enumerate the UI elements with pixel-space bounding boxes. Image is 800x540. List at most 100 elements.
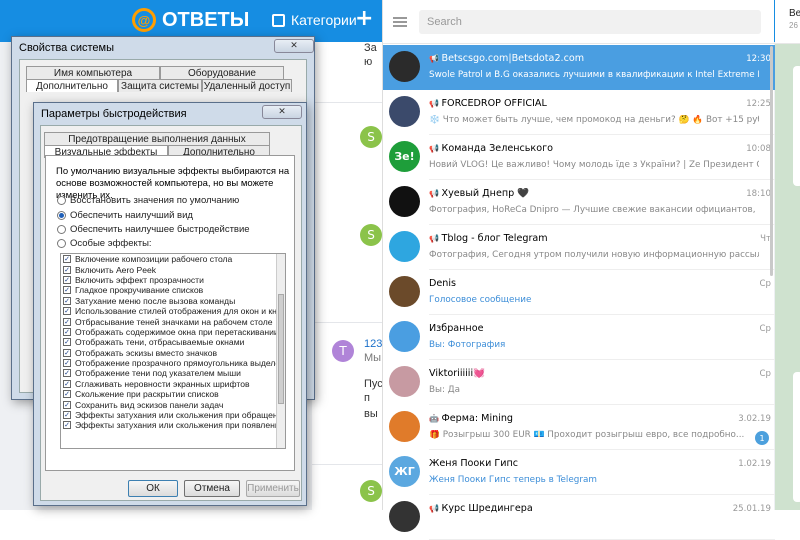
checkbox[interactable]: ✓ [63, 400, 71, 409]
effect-checkbox-row[interactable]: ✓ Затухание меню после вызова команды [61, 296, 285, 306]
tab-system-protection[interactable]: Защита системы [118, 79, 202, 92]
chat-preview: Фотография, Сегодня утром получили новую… [429, 250, 759, 260]
chat-time: 3.02.19 [738, 414, 771, 424]
effect-checkbox-row[interactable]: ✓ Отображать тени, отбрасываемые окнами [61, 337, 285, 347]
chat-preview: Вы: Да [429, 385, 461, 395]
cancel-button[interactable]: Отмена [184, 480, 240, 497]
chat-name-text: Viktoriiiiii💓 [429, 368, 486, 379]
effect-checkbox-row[interactable]: ✓ Использование стилей отображения для ок… [61, 306, 285, 316]
checkbox[interactable]: ✓ [63, 411, 71, 420]
scroll-thumb[interactable] [278, 294, 284, 404]
menu-icon[interactable] [393, 17, 407, 27]
avatar[interactable]: S [360, 126, 382, 148]
feed-author[interactable]: 123 [364, 338, 382, 350]
ok-button[interactable]: ОК [128, 480, 178, 497]
checkbox[interactable]: ✓ [63, 390, 71, 399]
radio-custom[interactable]: Особые эффекты: [57, 238, 152, 249]
checkbox[interactable]: ✓ [63, 255, 71, 264]
checkbox[interactable]: ✓ [63, 369, 71, 378]
radio-best-performance[interactable]: Обеспечить наилучшее быстродействие [57, 224, 250, 235]
chat-item[interactable]: Избранное Ср Вы: Фотография [383, 315, 775, 360]
tab-dep[interactable]: Предотвращение выполнения данных [44, 132, 270, 145]
checkbox[interactable]: ✓ [63, 348, 71, 357]
chat-name-text: Курс Шредингера [441, 503, 533, 514]
avatar[interactable]: S [360, 224, 382, 246]
megaphone-icon: 📢 [429, 144, 442, 153]
effect-checkbox-row[interactable]: ✓ Отображать содержимое окна при перетаск… [61, 327, 285, 337]
checkbox[interactable]: ✓ [63, 379, 71, 388]
avatar[interactable]: S [360, 480, 382, 502]
chat-item[interactable]: Зе! 📢 Команда Зеленського 10:08 Новий VLOG!… [383, 135, 775, 180]
chat-item[interactable]: Denis Ср Голосовое сообщение [383, 270, 775, 315]
chat-name: Избранное [429, 323, 719, 334]
radio-best-appearance[interactable]: Обеспечить наилучший вид [57, 210, 193, 221]
chat-item[interactable]: 📢 Betscsgo.com|Betsdota2.com 12:30 Swole P… [383, 45, 775, 90]
chat-item[interactable]: 📢 FORCEDROP OFFICIAL 12:25 ❄️ Что может бы… [383, 90, 775, 135]
add-question-button[interactable]: + [355, 6, 373, 31]
chat-item[interactable]: 📢 Tblog - блог Telegram Чт Фотография, Сег… [383, 225, 775, 270]
chat-item[interactable]: ЖГ Женя Пооки Гипс 1.02.19 Женя Пооки Гипс … [383, 450, 775, 495]
search-input[interactable]: Search [419, 10, 761, 34]
effect-checkbox-row[interactable]: ✓ Отображение тени под указателем мыши [61, 368, 285, 378]
effect-label: Отображать тени, отбрасываемые окнами [75, 337, 245, 348]
effect-checkbox-row[interactable]: ✓ Отображать эскизы вместо значков [61, 348, 285, 358]
chat-item[interactable]: Viktoriiiiii💓 Ср Вы: Да [383, 360, 775, 405]
chat-avatar: ЖГ [389, 456, 420, 487]
effects-list: ✓ Включение композиции рабочего стола ✓ Вкл… [60, 253, 286, 449]
effect-checkbox-row[interactable]: ✓ Отбрасывание теней значками на рабочем … [61, 316, 285, 327]
otvety-logo[interactable]: @ ОТВЕТЫ [132, 8, 249, 32]
chat-time: Ср [759, 279, 771, 289]
chat-avatar [389, 51, 420, 82]
effect-checkbox-row[interactable]: ✓ Включить эффект прозрачности [61, 275, 285, 285]
radio-indicator [57, 196, 66, 205]
close-button[interactable]: ✕ [274, 39, 314, 53]
radio-indicator [57, 211, 66, 220]
megaphone-icon: 📢 [429, 234, 442, 243]
tab-hardware[interactable]: Оборудование [160, 66, 284, 79]
checkbox[interactable]: ✓ [63, 421, 71, 430]
chat-item[interactable]: 📢 Курс Шредингера 25.01.19 [383, 495, 775, 540]
checkbox[interactable]: ✓ [63, 296, 71, 305]
effect-checkbox-row[interactable]: ✓ Включение композиции рабочего стола [61, 254, 285, 264]
effect-checkbox-row[interactable]: ✓ Отображение прозрачного прямоугольника … [61, 358, 285, 368]
chat-name-text: FORCEDROP OFFICIAL [441, 98, 547, 109]
chat-name-text: Betscsgo.com|Betsdota2.com [441, 53, 585, 64]
effect-checkbox-row[interactable]: ✓ Включить Aero Peek [61, 264, 285, 275]
categories-button[interactable]: Категории [272, 12, 357, 28]
effect-label: Включить эффект прозрачности [75, 274, 204, 285]
chat-item[interactable]: 🤖 Ферма: Mining 3.02.19 🎁 Розыгрыш 300 EUR… [383, 405, 775, 450]
feed: За ю S S T 123 Мы Пус п вы S [312, 42, 383, 510]
checkbox[interactable]: ✓ [63, 317, 71, 326]
tab-advanced[interactable]: Дополнительно [26, 79, 118, 92]
radio-default[interactable]: Восстановить значения по умолчанию [57, 195, 239, 206]
avatar[interactable]: T [332, 340, 354, 362]
effects-scrollbar[interactable] [276, 254, 285, 448]
divider [312, 464, 382, 465]
effect-checkbox-row[interactable]: ✓ Гладкое прокручивание списков [61, 285, 285, 295]
checkbox[interactable]: ✓ [63, 265, 71, 274]
effect-checkbox-row[interactable]: ✓ Сохранить вид эскизов панели задач [61, 399, 285, 410]
effect-checkbox-row[interactable]: ✓ Эффекты затухания или скольжения при об… [61, 410, 285, 420]
checkbox[interactable]: ✓ [63, 275, 71, 284]
close-button[interactable]: ✕ [262, 105, 302, 119]
radio-label: Обеспечить наилучший вид [70, 210, 193, 221]
chat-list-scrollbar[interactable] [770, 46, 773, 276]
checkbox[interactable]: ✓ [63, 286, 71, 295]
effect-checkbox-row[interactable]: ✓ Эффекты затухания или скольжения при по… [61, 420, 285, 430]
tab-remote[interactable]: Удаленный доступ [202, 79, 292, 92]
apply-button[interactable]: Применить [246, 480, 300, 497]
effects-items: ✓ Включение композиции рабочего стола ✓ Вкл… [61, 254, 285, 431]
chat-name: Женя Пооки Гипс [429, 458, 719, 469]
checkbox[interactable]: ✓ [63, 327, 71, 336]
checkbox[interactable]: ✓ [63, 307, 71, 316]
checkbox[interactable]: ✓ [63, 359, 71, 368]
chat-preview: Женя Пооки Гипс теперь в Telegram [429, 475, 597, 485]
chat-avatar [389, 501, 420, 532]
effect-checkbox-row[interactable]: ✓ Скольжение при раскрытии списков [61, 389, 285, 399]
tab-computer-name[interactable]: Имя компьютера [26, 66, 160, 79]
feed-snippet: вы [364, 408, 378, 420]
chat-preview: Swole Patrol и B.G оказались лучшими в к… [429, 70, 759, 80]
chat-item[interactable]: 📢 Хуевый Днепр 🖤 18:10 Фотография, HoReCa … [383, 180, 775, 225]
effect-checkbox-row[interactable]: ✓ Сглаживать неровности экранных шрифтов [61, 379, 285, 389]
checkbox[interactable]: ✓ [63, 338, 71, 347]
